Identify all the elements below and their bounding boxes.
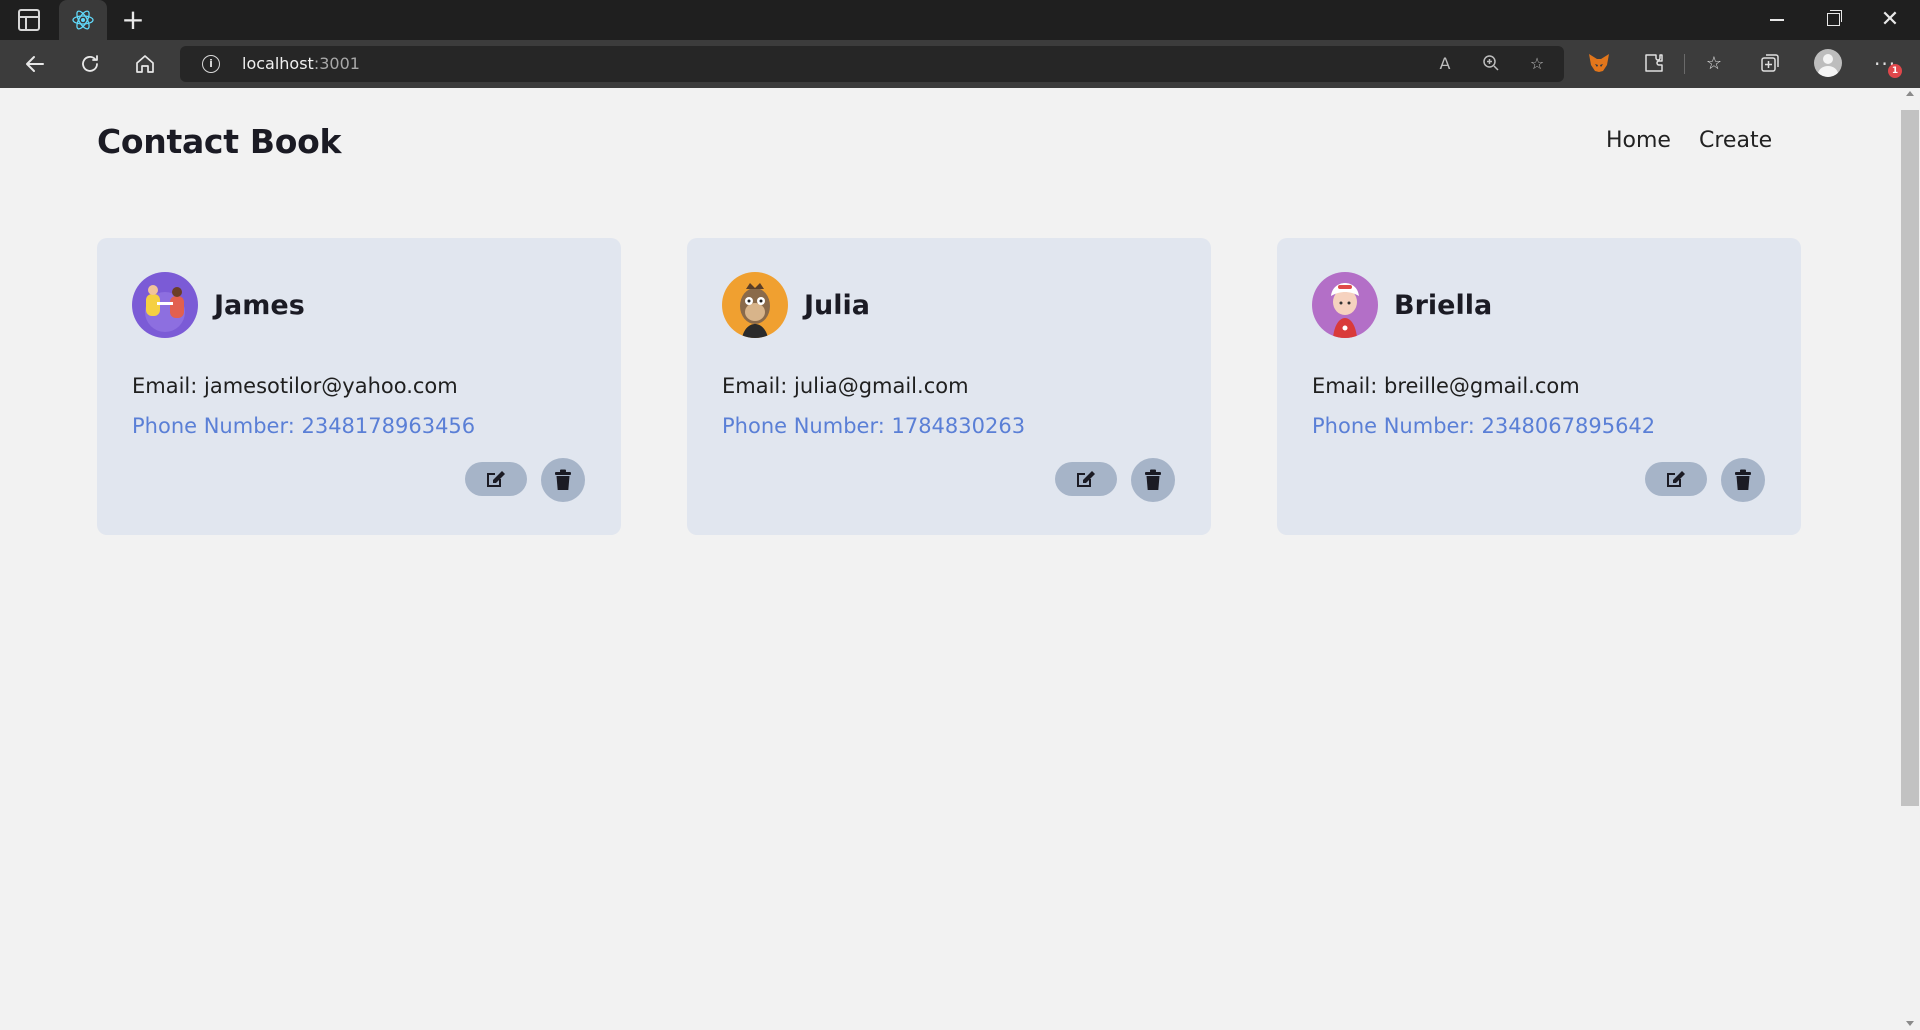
browser-tab-active[interactable]: [59, 0, 107, 40]
edit-icon: [1077, 471, 1095, 487]
extensions-icon[interactable]: [1641, 52, 1667, 76]
metamask-fox-icon[interactable]: [1588, 53, 1610, 73]
back-icon[interactable]: [17, 48, 53, 80]
page-title: Contact Book: [97, 122, 342, 161]
new-tab-button[interactable]: +: [118, 4, 148, 36]
delete-contact-button[interactable]: [1131, 458, 1175, 502]
refresh-icon[interactable]: [72, 48, 108, 80]
avatar: [722, 272, 788, 338]
page-scrollbar[interactable]: [1900, 88, 1920, 1030]
contact-card: James Email: jamesotilor@yahoo.com Phone…: [97, 238, 621, 535]
edit-contact-button[interactable]: [1055, 462, 1117, 496]
restore-button[interactable]: [1805, 0, 1861, 40]
contact-phone: Phone Number: 2348067895642: [1312, 414, 1656, 438]
favorites-icon[interactable]: ☆: [1701, 52, 1727, 76]
browser-toolbar: i localhost:3001 A ☆ ☆ ··· 1: [0, 40, 1920, 88]
contact-card: Briella Email: breille@gmail.com Phone N…: [1277, 238, 1801, 535]
read-aloud-icon[interactable]: A: [1434, 54, 1456, 74]
contact-name: Briella: [1394, 290, 1493, 321]
edit-icon: [487, 471, 505, 487]
address-bar[interactable]: i localhost:3001 A ☆: [180, 46, 1564, 82]
delete-contact-button[interactable]: [1721, 458, 1765, 502]
edit-contact-button[interactable]: [1645, 462, 1707, 496]
scroll-down-arrow-icon[interactable]: [1906, 1021, 1914, 1026]
toolbar-divider: [1684, 54, 1685, 74]
minimize-button[interactable]: [1748, 0, 1804, 40]
home-icon[interactable]: [127, 48, 163, 80]
contact-email: Email: jamesotilor@yahoo.com: [132, 374, 458, 398]
edit-icon: [1667, 471, 1685, 487]
profile-icon[interactable]: [1814, 49, 1842, 77]
close-window-button[interactable]: ✕: [1862, 0, 1918, 40]
scroll-up-arrow-icon[interactable]: [1906, 91, 1914, 96]
zoom-icon[interactable]: [1480, 54, 1502, 74]
edit-contact-button[interactable]: [465, 462, 527, 496]
contact-phone: Phone Number: 1784830263: [722, 414, 1026, 438]
contact-email: Email: julia@gmail.com: [722, 374, 969, 398]
nav-create-link[interactable]: Create: [1699, 128, 1772, 153]
delete-contact-button[interactable]: [541, 458, 585, 502]
trash-icon: [1145, 469, 1161, 490]
url-text[interactable]: localhost:3001: [242, 54, 360, 73]
collections-icon[interactable]: [1757, 52, 1783, 76]
react-icon: [72, 10, 94, 30]
scroll-thumb[interactable]: [1901, 110, 1919, 806]
notification-badge: 1: [1888, 64, 1902, 78]
contact-card: Julia Email: julia@gmail.com Phone Numbe…: [687, 238, 1211, 535]
contact-name: Julia: [804, 290, 870, 321]
trash-icon: [1735, 469, 1751, 490]
info-icon[interactable]: i: [202, 55, 220, 73]
trash-icon: [555, 469, 571, 490]
favorite-add-icon[interactable]: ☆: [1526, 54, 1548, 74]
sidebar-icon[interactable]: [18, 9, 40, 31]
nav-home-link[interactable]: Home: [1606, 128, 1671, 153]
contact-phone: Phone Number: 2348178963456: [132, 414, 476, 438]
page-viewport: Contact Book Home Create James Email: ja…: [0, 88, 1900, 1030]
avatar: [132, 272, 198, 338]
avatar: [1312, 272, 1378, 338]
contact-name: James: [214, 290, 305, 321]
contact-email: Email: breille@gmail.com: [1312, 374, 1580, 398]
browser-tab-bar: + ✕: [0, 0, 1920, 40]
